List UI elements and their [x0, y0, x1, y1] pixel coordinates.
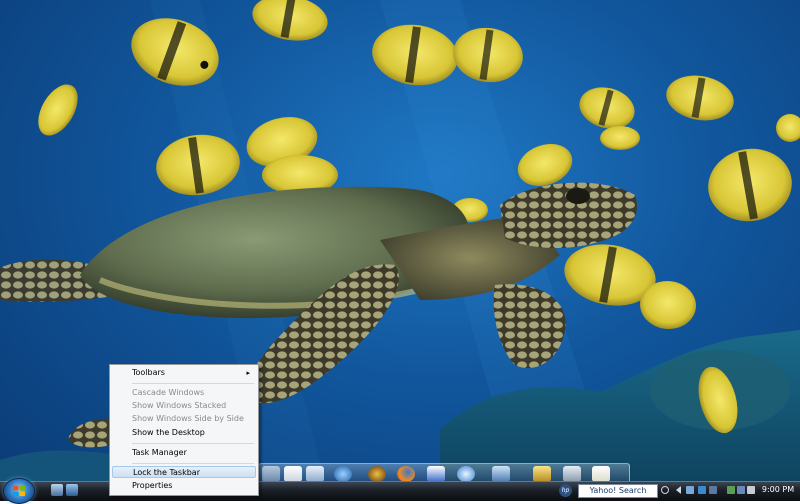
quicklaunch-desktop-icon[interactable] — [51, 484, 63, 496]
menu-separator — [132, 383, 254, 384]
menu-item-label: Toolbars — [132, 368, 165, 377]
tool-icon[interactable] — [533, 466, 551, 482]
taskbar-clock[interactable]: 9:00 PM — [758, 483, 798, 497]
menu-item-cascade-windows[interactable]: Cascade Windows — [112, 387, 256, 399]
notepad-icon[interactable] — [592, 466, 610, 482]
menu-item-show-windows-side-by-side[interactable]: Show Windows Side by Side — [112, 413, 256, 425]
tray-network-status-icon[interactable] — [737, 486, 745, 494]
safari-icon[interactable] — [457, 466, 475, 482]
tray-monitor-icon[interactable] — [709, 486, 717, 494]
menu-item-toolbars[interactable]: Toolbars ▸ — [112, 367, 256, 379]
menu-item-label: Lock the Taskbar — [133, 468, 200, 477]
chevron-left-icon[interactable] — [676, 486, 681, 494]
menu-separator — [132, 443, 254, 444]
document-icon[interactable] — [284, 466, 302, 482]
menu-item-lock-the-taskbar[interactable]: Lock the Taskbar — [112, 466, 256, 478]
mail-icon[interactable] — [306, 466, 324, 482]
menu-item-label: Show Windows Stacked — [132, 401, 227, 410]
yahoo-search-box[interactable]: Yahoo! Search — [578, 484, 658, 498]
menu-item-task-manager[interactable]: Task Manager — [112, 447, 256, 459]
tray-app-icon[interactable] — [686, 486, 694, 494]
firefox-icon[interactable] — [397, 466, 415, 482]
folder-icon[interactable] — [262, 466, 280, 482]
menu-item-show-windows-stacked[interactable]: Show Windows Stacked — [112, 400, 256, 412]
menu-item-label: Properties — [132, 481, 173, 490]
menu-item-label: Show Windows Side by Side — [132, 414, 244, 423]
menu-item-label: Cascade Windows — [132, 388, 205, 397]
menu-item-label: Task Manager — [132, 448, 187, 457]
media-icon[interactable] — [492, 466, 510, 482]
menu-separator — [132, 463, 254, 464]
taskbar-context-menu: Toolbars ▸ Cascade Windows Show Windows … — [109, 364, 259, 496]
search-tray-icon[interactable] — [661, 486, 669, 494]
tray-defender-icon[interactable] — [727, 486, 735, 494]
recycle-bin-icon[interactable] — [563, 466, 581, 482]
world-of-warcraft-icon[interactable] — [368, 466, 386, 482]
menu-item-properties[interactable]: Properties — [112, 480, 256, 492]
word-icon[interactable] — [427, 466, 445, 482]
windows-logo-icon — [13, 486, 25, 496]
menu-item-show-the-desktop[interactable]: Show the Desktop — [112, 427, 256, 439]
volume-icon[interactable] — [747, 486, 755, 494]
hp-logo-icon[interactable]: hp — [559, 484, 572, 497]
start-button[interactable] — [3, 478, 35, 504]
submenu-arrow-icon: ▸ — [246, 369, 250, 377]
quicklaunch-switch-windows-icon[interactable] — [66, 484, 78, 496]
globe-icon[interactable] — [334, 466, 352, 482]
menu-item-label: Show the Desktop — [132, 428, 205, 437]
tray-network-icon[interactable] — [698, 486, 706, 494]
